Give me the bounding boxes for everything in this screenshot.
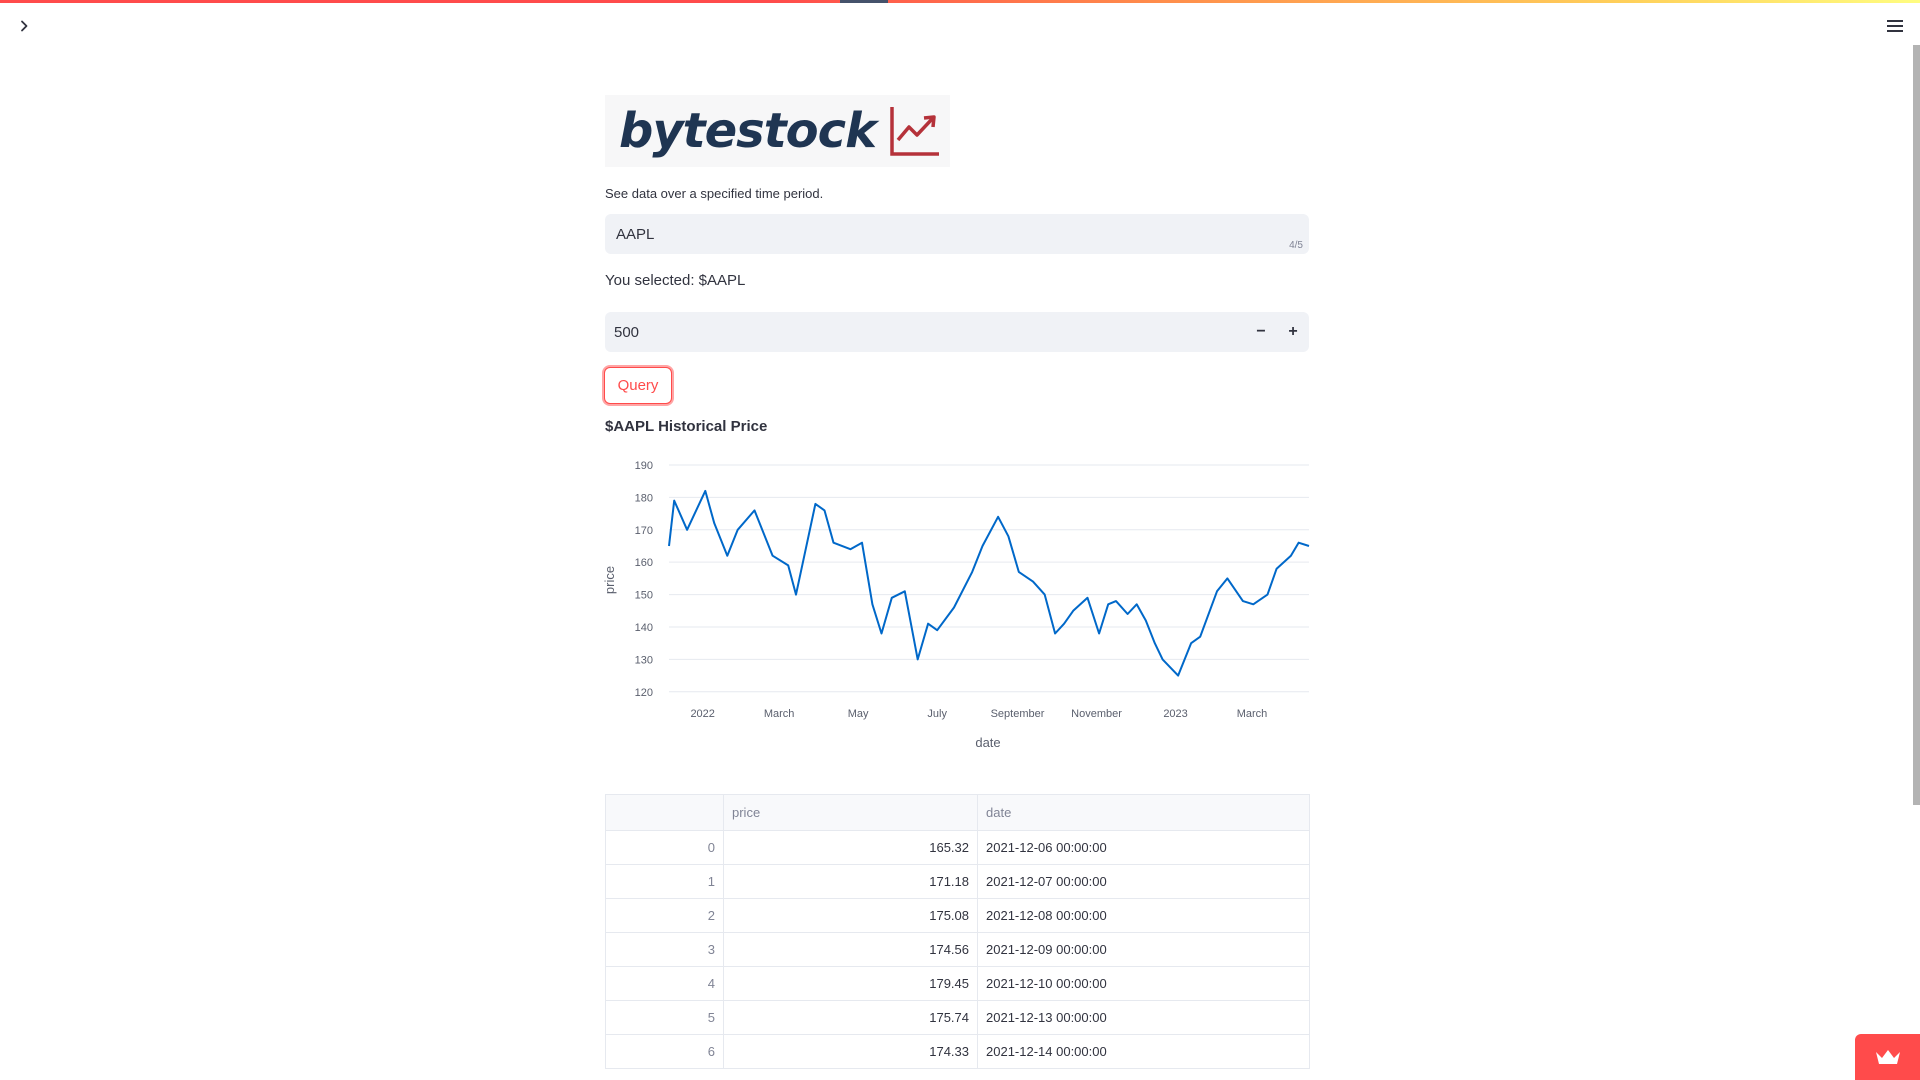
y-tick-label: 130: [635, 654, 653, 666]
hosted-badge[interactable]: [1855, 1034, 1920, 1080]
table-row[interactable]: 0 165.32 2021-12-06 00:00:00: [605, 830, 1310, 865]
trending-chart-icon: [890, 107, 940, 156]
table-row[interactable]: 5 175.74 2021-12-13 00:00:00: [605, 1000, 1310, 1035]
decrement-button[interactable]: −: [1245, 312, 1277, 352]
scrollbar[interactable]: [1913, 45, 1920, 805]
y-tick-label: 150: [635, 590, 653, 602]
x-tick-label: March: [764, 708, 795, 720]
table-row[interactable]: 2 175.08 2021-12-08 00:00:00: [605, 898, 1310, 933]
price-cell[interactable]: 175.74: [723, 1000, 978, 1035]
price-cell[interactable]: 171.18: [723, 864, 978, 899]
days-number-input[interactable]: − +: [605, 312, 1309, 352]
y-tick-label: 140: [635, 622, 653, 634]
scrollbar-thumb[interactable]: [1913, 45, 1920, 805]
main-menu-button[interactable]: [1882, 14, 1908, 38]
sidebar-toggle-button[interactable]: [12, 14, 36, 38]
row-index: 6: [605, 1034, 724, 1069]
x-tick-label: November: [1071, 708, 1122, 720]
date-cell[interactable]: 2021-12-07 00:00:00: [977, 864, 1310, 899]
y-tick-label: 190: [635, 460, 653, 472]
y-tick-label: 170: [635, 525, 653, 537]
date-cell[interactable]: 2021-12-14 00:00:00: [977, 1034, 1310, 1069]
ticker-input[interactable]: [614, 224, 1300, 244]
y-axis-title: price: [602, 566, 617, 594]
table-row[interactable]: 3 174.56 2021-12-09 00:00:00: [605, 932, 1310, 967]
price-series-line: [668, 489, 1310, 677]
date-cell[interactable]: 2021-12-06 00:00:00: [977, 830, 1310, 865]
increment-button[interactable]: +: [1277, 312, 1309, 352]
table-row[interactable]: 4 179.45 2021-12-10 00:00:00: [605, 966, 1310, 1001]
x-tick-label: September: [991, 708, 1045, 720]
date-column-header[interactable]: date: [977, 794, 1310, 831]
row-index: 2: [605, 898, 724, 933]
row-index: 0: [605, 830, 724, 865]
price-cell[interactable]: 174.33: [723, 1034, 978, 1069]
row-index: 1: [605, 864, 724, 899]
price-cell[interactable]: 175.08: [723, 898, 978, 933]
query-button[interactable]: Query: [604, 367, 672, 404]
date-cell[interactable]: 2021-12-08 00:00:00: [977, 898, 1310, 933]
price-cell[interactable]: 165.32: [723, 830, 978, 865]
app-logo: bytestock: [605, 95, 950, 167]
row-index: 5: [605, 1000, 724, 1035]
x-tick-label: March: [1237, 708, 1268, 720]
y-tick-label: 160: [635, 557, 653, 569]
chevron-right-icon: [21, 20, 28, 32]
days-input[interactable]: [605, 323, 1245, 341]
row-index: 3: [605, 932, 724, 967]
price-column-header[interactable]: price: [723, 794, 978, 831]
price-cell[interactable]: 174.56: [723, 932, 978, 967]
table-row[interactable]: 1 171.18 2021-12-07 00:00:00: [605, 864, 1310, 899]
crown-icon: [1875, 1050, 1900, 1064]
y-tick-label: 120: [635, 687, 653, 699]
table-row[interactable]: 6 174.33 2021-12-14 00:00:00: [605, 1034, 1310, 1069]
selected-ticker-text: You selected: $AAPL: [605, 272, 746, 289]
row-index: 4: [605, 966, 724, 1001]
x-tick-label: 2022: [690, 708, 714, 720]
x-tick-label: July: [927, 708, 947, 720]
date-cell[interactable]: 2021-12-09 00:00:00: [977, 932, 1310, 967]
date-cell[interactable]: 2021-12-10 00:00:00: [977, 966, 1310, 1001]
y-tick-label: 180: [635, 492, 653, 504]
chart-title: $AAPL Historical Price: [605, 418, 768, 435]
ticker-input-container[interactable]: 4/5: [605, 214, 1309, 254]
price-line-chart[interactable]: 120 130 140 150 160 170 180 190 2022 March May July…: [600, 455, 1315, 760]
price-cell[interactable]: 179.45: [723, 966, 978, 1001]
x-tick-label: 2023: [1163, 708, 1187, 720]
hamburger-menu-icon: [1887, 20, 1903, 32]
x-tick-label: May: [848, 708, 869, 720]
caption-text: See data over a specified time period.: [605, 186, 824, 201]
character-counter: 4/5: [1289, 240, 1303, 251]
index-column-header[interactable]: [605, 794, 724, 831]
table-header-row: price date: [605, 794, 1310, 831]
price-data-table[interactable]: price date 0 165.32 2021-12-06 00:00:00 …: [605, 794, 1310, 1069]
date-cell[interactable]: 2021-12-13 00:00:00: [977, 1000, 1310, 1035]
running-indicator: [840, 0, 888, 3]
top-decoration-bar: [0, 0, 1920, 3]
logo-text: bytestock: [619, 103, 877, 159]
x-axis-title: date: [975, 735, 1000, 750]
